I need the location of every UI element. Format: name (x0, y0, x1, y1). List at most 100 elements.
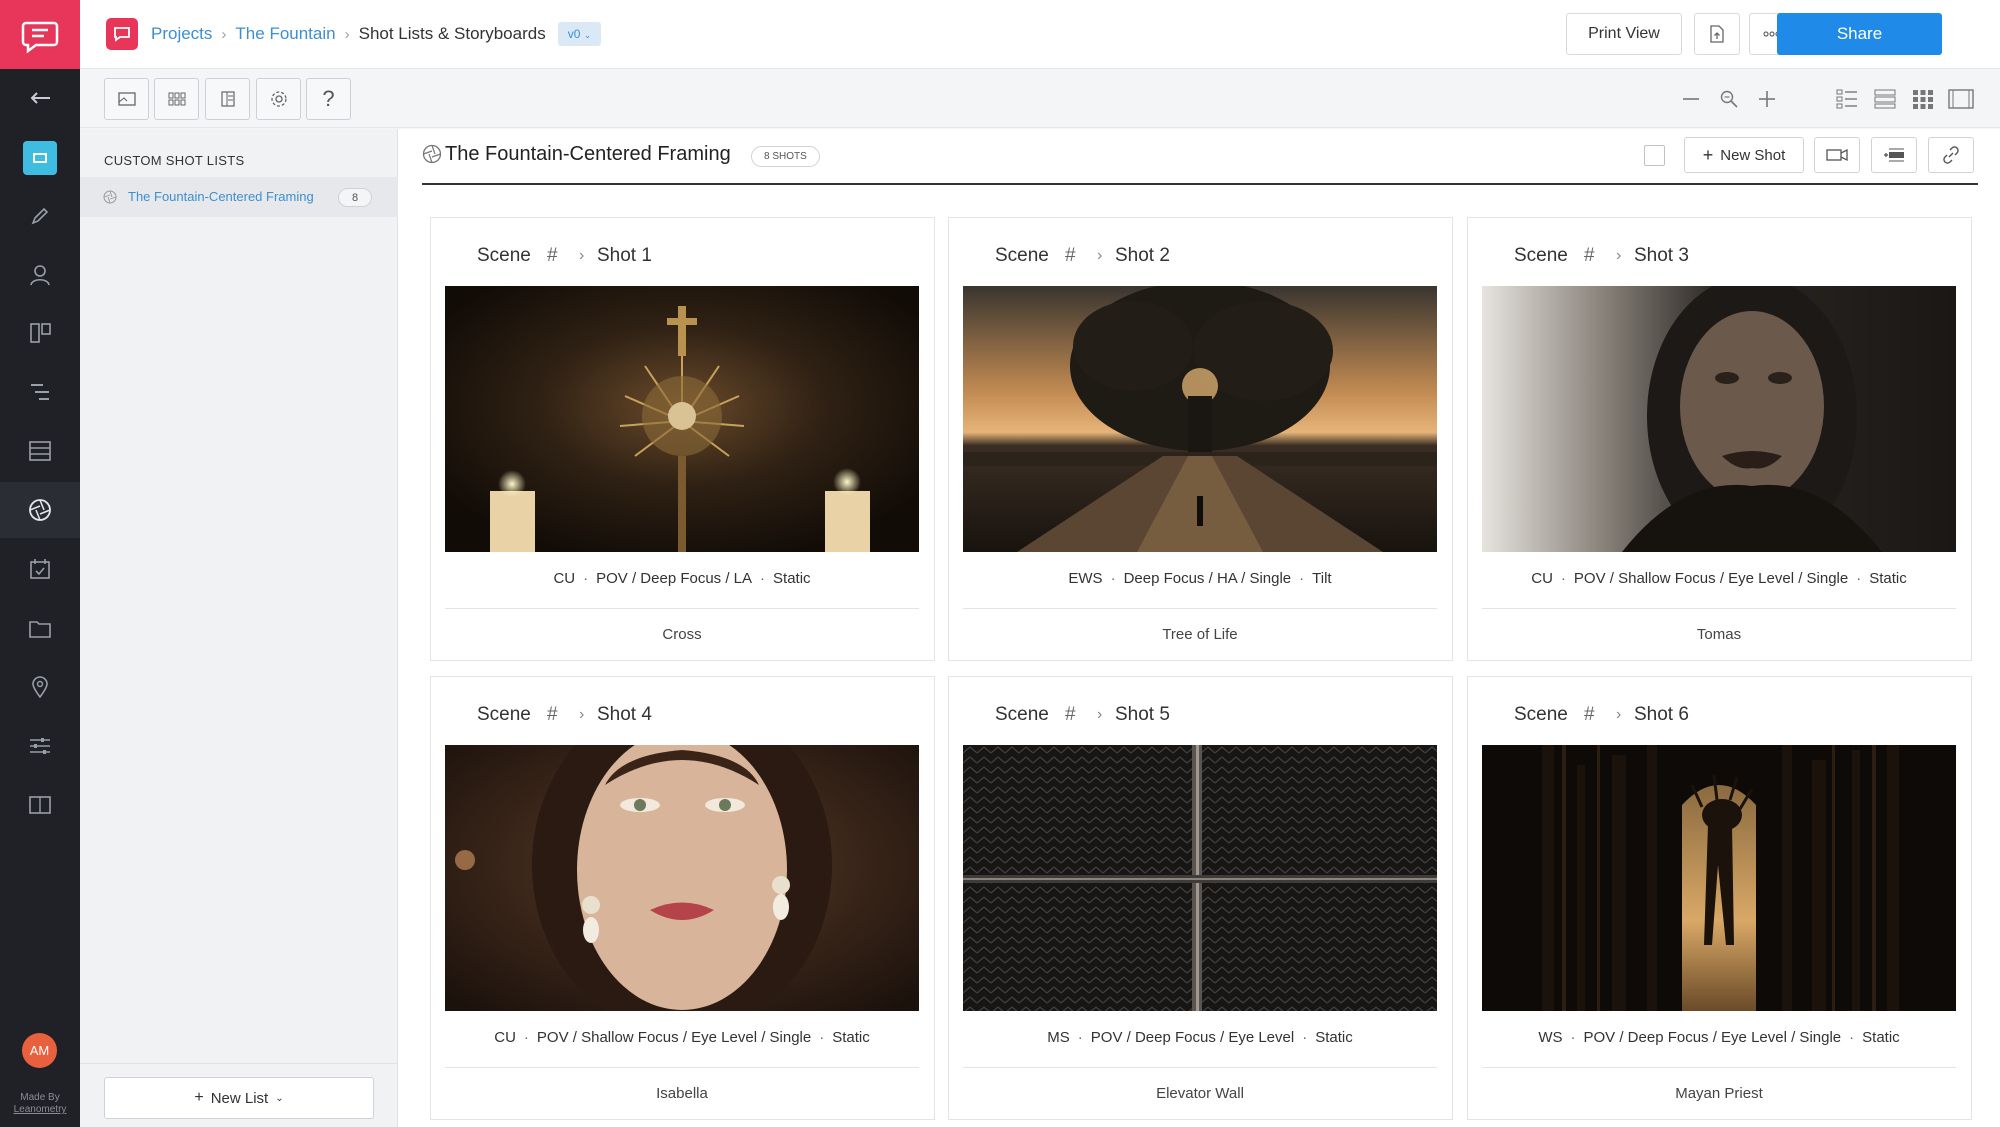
filmstrip-view-icon[interactable] (1947, 86, 1975, 112)
list-title[interactable]: The Fountain-Centered Framing (445, 143, 731, 166)
version-dropdown[interactable]: v0 ⌄ (557, 22, 602, 46)
storyboard-icon[interactable] (0, 130, 80, 186)
shot-details[interactable]: POV / Shallow Focus / Eye Level / Single (1574, 570, 1848, 587)
pencil-icon[interactable] (0, 188, 80, 244)
scene-number[interactable]: # (1065, 245, 1097, 267)
shot-label[interactable]: Shot 4 (597, 704, 652, 726)
shot-size[interactable]: WS (1538, 1029, 1562, 1046)
shot-subject[interactable]: Cross (445, 626, 919, 643)
shot-image-isabella[interactable] (445, 745, 919, 1011)
list-icon[interactable] (0, 423, 80, 479)
project-icon[interactable] (106, 18, 138, 50)
chevron-right-icon: › (579, 247, 585, 264)
book-icon[interactable] (0, 777, 80, 833)
shotlist-aperture-icon[interactable] (0, 482, 80, 538)
shot-image-elevator-wall[interactable] (963, 745, 1437, 1011)
zoom-out-icon[interactable] (1680, 88, 1702, 110)
scene-number[interactable]: # (1584, 245, 1616, 267)
shot-card[interactable]: Scene # › Shot 2 EWS · Deep Focus / HA /… (948, 217, 1453, 661)
camera-movement[interactable]: Static (1315, 1029, 1353, 1046)
scene-label[interactable]: Scene (1514, 245, 1584, 267)
shot-card[interactable]: Scene # › Shot 4 CU · POV / Shallow Focu… (430, 676, 935, 1120)
breadcrumb-project[interactable]: The Fountain (235, 24, 335, 44)
scene-number[interactable]: # (1584, 704, 1616, 726)
shot-size[interactable]: CU (553, 570, 575, 587)
scene-label[interactable]: Scene (1514, 704, 1584, 726)
rows-view-icon[interactable] (1871, 86, 1899, 112)
shot-subject[interactable]: Tomas (1482, 626, 1956, 643)
shot-label[interactable]: Shot 3 (1634, 245, 1689, 267)
camera-movement[interactable]: Static (1869, 570, 1907, 587)
new-shot-button[interactable]: + New Shot (1684, 137, 1804, 173)
shot-card[interactable]: Scene # › Shot 3 CU · POV / Shallow Focus … (1467, 217, 1972, 661)
shot-subject[interactable]: Elevator Wall (963, 1085, 1437, 1102)
folder-icon[interactable] (0, 600, 80, 656)
user-avatar[interactable]: AM (22, 1033, 57, 1068)
shot-image-tree-of-life[interactable] (963, 286, 1437, 552)
shot-subject[interactable]: Tree of Life (963, 626, 1437, 643)
shot-size[interactable]: EWS (1068, 570, 1102, 587)
insert-row-icon[interactable] (1871, 137, 1917, 173)
sliders-icon[interactable] (0, 718, 80, 774)
shot-label[interactable]: Shot 5 (1115, 704, 1170, 726)
split-panel-icon[interactable] (205, 78, 250, 120)
scene-number[interactable]: # (547, 704, 579, 726)
camera-movement[interactable]: Tilt (1312, 570, 1331, 587)
settings-gear-icon[interactable] (256, 78, 301, 120)
video-camera-icon[interactable] (1814, 137, 1860, 173)
shot-subject[interactable]: Mayan Priest (1482, 1085, 1956, 1102)
shot-size[interactable]: MS (1047, 1029, 1070, 1046)
zoom-in-icon[interactable] (1756, 88, 1778, 110)
shot-card[interactable]: Scene # › Shot 6 WS · POV / Deep Focus /… (1467, 676, 1972, 1120)
shot-size[interactable]: CU (494, 1029, 516, 1046)
scene-label[interactable]: Scene (995, 704, 1065, 726)
scene-label[interactable]: Scene (477, 245, 547, 267)
grid-view-icon[interactable] (1909, 86, 1937, 112)
print-view-button[interactable]: Print View (1566, 13, 1682, 55)
calendar-icon[interactable] (0, 541, 80, 597)
shot-image-cross[interactable] (445, 286, 919, 552)
shot-list-item-label: The Fountain-Centered Framing (128, 189, 314, 204)
zoom-magnifier-icon[interactable] (1718, 88, 1740, 110)
scene-label[interactable]: Scene (477, 704, 547, 726)
select-all-checkbox[interactable] (1644, 145, 1665, 166)
chat-logo-icon[interactable] (0, 0, 80, 69)
shot-details[interactable]: POV / Deep Focus / Eye Level (1091, 1029, 1294, 1046)
export-icon[interactable] (1694, 13, 1740, 55)
new-list-button[interactable]: + New List ⌄ (104, 1077, 374, 1119)
camera-movement[interactable]: Static (773, 570, 811, 587)
shot-details[interactable]: POV / Deep Focus / LA (596, 570, 752, 587)
shot-image-mayan-priest[interactable] (1482, 745, 1956, 1011)
shot-list-item[interactable]: The Fountain-Centered Framing 8 (80, 177, 398, 217)
shot-details[interactable]: POV / Shallow Focus / Eye Level / Single (537, 1029, 811, 1046)
camera-movement[interactable]: Static (1862, 1029, 1900, 1046)
help-icon[interactable]: ? (306, 78, 351, 120)
scene-label[interactable]: Scene (995, 245, 1065, 267)
breadcrumb-projects[interactable]: Projects (151, 24, 212, 44)
shot-details[interactable]: Deep Focus / HA / Single (1124, 570, 1292, 587)
shot-specs: EWS · Deep Focus / HA / Single · Tilt (1068, 570, 1332, 587)
scene-number[interactable]: # (547, 245, 579, 267)
single-frame-icon[interactable] (104, 78, 149, 120)
shot-details[interactable]: POV / Deep Focus / Eye Level / Single (1584, 1029, 1842, 1046)
made-by-brand[interactable]: Leanometry (0, 1104, 80, 1116)
gantt-icon[interactable] (0, 364, 80, 420)
shot-size[interactable]: CU (1531, 570, 1553, 587)
shot-label[interactable]: Shot 1 (597, 245, 652, 267)
shot-card[interactable]: Scene # › Shot 5 MS · POV / Deep Focus / E… (948, 676, 1453, 1120)
location-pin-icon[interactable] (0, 659, 80, 715)
shot-image-tomas[interactable] (1482, 286, 1956, 552)
shot-card[interactable]: Scene # › Shot 1 CU · POV / Deep Focus /… (430, 217, 935, 661)
share-button[interactable]: Share (1777, 13, 1942, 55)
scene-number[interactable]: # (1065, 704, 1097, 726)
list-view-icon[interactable] (1833, 86, 1861, 112)
link-icon[interactable] (1928, 137, 1974, 173)
boards-icon[interactable] (0, 305, 80, 361)
camera-movement[interactable]: Static (832, 1029, 870, 1046)
shot-subject[interactable]: Isabella (445, 1085, 919, 1102)
shot-label[interactable]: Shot 6 (1634, 704, 1689, 726)
characters-icon[interactable] (0, 247, 80, 303)
shot-label[interactable]: Shot 2 (1115, 245, 1170, 267)
grid-frames-icon[interactable] (154, 78, 199, 120)
back-arrow-icon[interactable] (0, 70, 80, 126)
